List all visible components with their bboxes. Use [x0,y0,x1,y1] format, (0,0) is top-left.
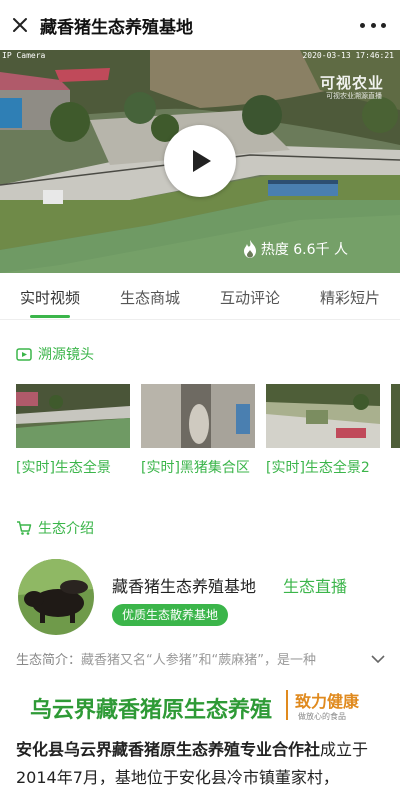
promo-banner: 乌云界藏香猪原生态养殖 致力健康 做放心的食品 [16,686,386,726]
farm-name: 藏香猪生态养殖基地 [112,577,257,596]
eco-section-title: 生态介绍 [38,521,94,537]
banner-slogan: 致力健康 [295,692,360,711]
play-button[interactable] [164,125,236,197]
banner-slogan-sub: 做放心的食品 [298,712,346,721]
watermark-title: 可视农业 [319,74,384,92]
page-title: 藏香猪生态养殖基地 [40,17,193,38]
camera-thumbnail-item[interactable]: [实时]生态全景 [16,384,130,477]
trace-camera-list: [实时]生态全景 [实时]黑猪集合区 [实时]生态全景2 [16,384,400,484]
tab-eco-mall[interactable]: 生态商城 [100,273,200,319]
banner-divider [286,690,288,720]
heat-indicator: 热度 6.6千 人 [243,239,348,259]
flame-icon [243,240,256,258]
chevron-down-icon [371,655,385,664]
farm-avatar [18,559,94,635]
eco-intro-text: 藏香猪又名“人参猪”和“蕨麻猪”，是一种 [81,653,316,668]
camera-thumbnail-item[interactable] [391,384,400,448]
watermark-subtitle: 可视农业溯源直播 [326,92,382,100]
tab-short-videos[interactable]: 精彩短片 [300,273,400,319]
camera-timestamp: 2020-03-13 17:46:21 [302,51,394,60]
camera-label: IP Camera [2,51,46,60]
eco-section-header: 生态介绍 [16,518,94,538]
eco-intro-label: 生态简介： [16,653,82,668]
top-bar: 藏香猪生态养殖基地 [0,0,400,50]
close-button[interactable] [0,0,40,50]
play-icon [193,150,211,172]
more-dot-icon [370,22,376,28]
camera-thumbnail-caption: [实时]生态全景 [16,460,111,476]
trace-section-title: 溯源镜头 [38,347,94,363]
camera-thumbnail-item[interactable]: [实时]黑猪集合区 [141,384,255,477]
expand-button[interactable] [370,650,386,669]
close-icon [13,18,27,32]
camera-thumbnail-image [16,384,130,448]
article-body: 安化县乌云界藏香猪原生态养殖专业合作社成立于2014年7月，基地位于安化县冷市镇… [16,736,388,791]
tab-comments[interactable]: 互动评论 [200,273,300,319]
trace-section-header: 溯源镜头 [16,344,94,364]
camera-thumbnail-caption: [实时]生态全景2 [266,460,370,476]
video-player[interactable]: IP Camera 2020-03-13 17:46:21 可视农业 可视农业溯… [0,50,400,273]
more-dot-icon [360,22,365,28]
video-camera-icon [16,348,32,361]
tab-live-video[interactable]: 实时视频 [0,273,100,319]
eco-live-link[interactable]: 生态直播 [283,573,347,597]
camera-thumbnail-item[interactable]: [实时]生态全景2 [266,384,380,477]
article-org-name: 安化县乌云界藏香猪原生态养殖专业合作社 [16,740,321,759]
cart-icon [17,521,32,535]
farm-badge: 优质生态散养基地 [112,604,229,626]
camera-thumbnail-image [391,384,400,448]
tab-bar: 实时视频 生态商城 互动评论 精彩短片 [0,273,400,320]
more-options-button[interactable] [360,15,386,35]
eco-intro: 生态简介：藏香猪又名“人参猪”和“蕨麻猪”，是一种 [16,649,386,668]
heat-label: 热度 6.6千 人 [260,242,348,258]
camera-thumbnail-image [266,384,380,448]
more-dot-icon [381,22,386,28]
camera-thumbnail-caption: [实时]黑猪集合区 [141,460,250,476]
banner-title: 乌云界藏香猪原生态养殖 [30,697,273,723]
camera-thumbnail-image [141,384,255,448]
